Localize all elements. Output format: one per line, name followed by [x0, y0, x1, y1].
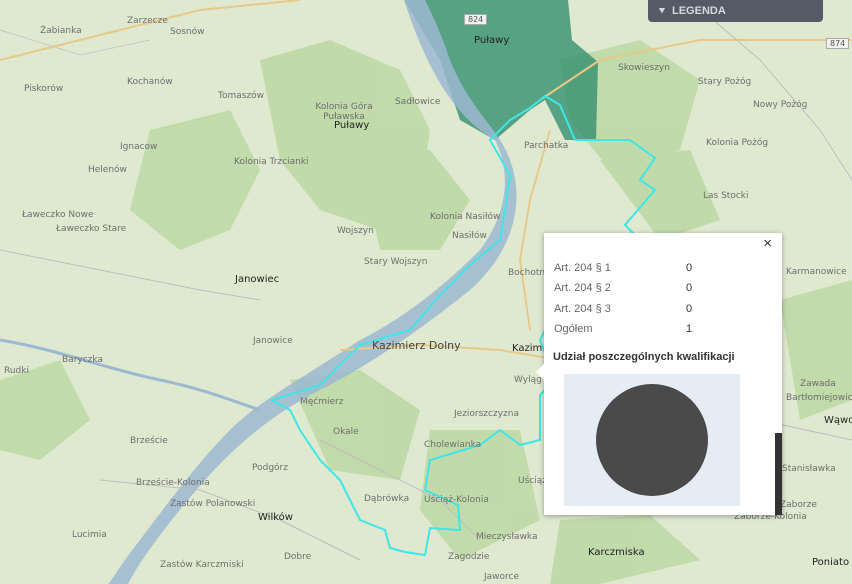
- table-row: Ogółem 1: [554, 319, 692, 339]
- stats-table: Art. 204 § 1 0 Art. 204 § 2 0 Art. 204 §…: [554, 258, 692, 339]
- place-label: Sosnów: [170, 27, 205, 37]
- town-label: Karczmiska: [588, 547, 645, 558]
- row-value: 0: [686, 262, 693, 275]
- legend-toggle[interactable]: ⯆ LEGENDA: [648, 0, 823, 22]
- place-label: Uściąż: [518, 476, 547, 486]
- legend-label: LEGENDA: [672, 5, 726, 17]
- close-icon[interactable]: ×: [763, 235, 772, 252]
- place-label: Baryczka: [62, 355, 103, 365]
- pie-chart: [564, 374, 740, 506]
- place-label: Kolonia Trzcianki: [234, 157, 309, 167]
- chevron-down-icon: ⯆: [658, 5, 666, 17]
- place-label: Kochanów: [127, 77, 173, 87]
- place-label: Zawada: [800, 379, 836, 389]
- place-label: Wojszyn: [337, 226, 374, 236]
- place-label: Jaworce: [484, 572, 520, 582]
- place-label: Nasiłów: [452, 231, 487, 241]
- place-label: Las Stocki: [703, 191, 749, 201]
- place-label: Zaborze: [780, 500, 817, 510]
- row-label: Art. 204 § 2: [554, 282, 611, 295]
- place-label: Lucimia: [72, 530, 107, 540]
- row-label: Art. 204 § 3: [554, 302, 611, 315]
- place-label: Stanisławka: [782, 464, 836, 474]
- town-label: Puławy: [334, 120, 370, 131]
- road-number-824: 824: [464, 14, 488, 25]
- place-label: Ławeczko Nowe: [22, 210, 94, 220]
- place-label: Okale: [333, 427, 359, 437]
- place-label: Zastów Polanowski: [170, 499, 256, 509]
- table-row: Art. 204 § 2 0: [554, 278, 692, 298]
- place-label: Kolonia Pożóg: [706, 138, 769, 148]
- info-popup: × Art. 204 § 1 0 Art. 204 § 2 0 Art. 204…: [536, 233, 782, 515]
- chart-title: Udział poszczególnych kwalifikacji: [553, 351, 735, 363]
- table-row: Art. 204 § 1 0: [554, 258, 692, 278]
- place-label: Stary Wojszyn: [364, 257, 428, 267]
- town-label: Kazimierz Dolny: [372, 339, 461, 352]
- row-label: Art. 204 § 1: [554, 262, 611, 275]
- place-label: Skowieszyn: [618, 63, 670, 73]
- place-label: Ławeczko Stare: [56, 224, 127, 234]
- pie-slice: [596, 384, 708, 496]
- place-label: Helenów: [88, 165, 127, 175]
- place-label: Żabianka: [40, 26, 82, 36]
- place-label: Stary Pożóg: [698, 77, 752, 87]
- town-label: Wąwol: [824, 415, 852, 426]
- table-row: Art. 204 § 3 0: [554, 299, 692, 319]
- place-label: Janowice: [253, 336, 293, 346]
- place-label: Zagodzie: [448, 552, 490, 562]
- row-label: Ogółem: [554, 323, 593, 336]
- place-label: Dąbrówka: [364, 494, 410, 504]
- place-label: Piskorów: [24, 84, 64, 94]
- town-label: Poniato: [812, 557, 850, 568]
- place-label: Kolonia Nasiłów: [430, 212, 501, 222]
- place-label: Ignacow: [120, 142, 158, 152]
- place-label: Sadłowice: [395, 97, 441, 107]
- place-label: Karmanowice: [786, 267, 847, 277]
- town-label: Wilków: [258, 512, 293, 523]
- town-label: Janowiec: [235, 274, 280, 285]
- town-label: Puławy: [474, 35, 510, 46]
- place-label: Brzeście-Kolonia: [136, 478, 210, 488]
- popup-scrollbar[interactable]: [775, 433, 782, 515]
- row-value: 1: [686, 323, 693, 336]
- place-label: Męćmierz: [300, 397, 344, 407]
- place-label: Cholewianka: [424, 440, 482, 450]
- place-label: Uściąż-Kolonia: [424, 495, 489, 505]
- place-label: Mieczysławka: [476, 532, 538, 542]
- place-label: Zarzecze: [127, 16, 168, 26]
- place-label: Jeziorszczyzna: [454, 409, 519, 419]
- place-label: Kolonia Góra Puławska: [315, 102, 373, 122]
- popup-tail: [536, 364, 544, 380]
- place-label: Brzeście: [130, 436, 168, 446]
- row-value: 0: [686, 282, 693, 295]
- place-label: Parchatka: [524, 141, 569, 151]
- place-label: Tomaszów: [218, 91, 265, 101]
- place-label: Bartłomiejowice: [786, 393, 852, 403]
- place-label: Dobre: [284, 552, 312, 562]
- place-label: Rudki: [4, 366, 29, 376]
- place-label: Nowy Pożóg: [753, 100, 808, 110]
- place-label: Podgórz: [252, 463, 288, 473]
- row-value: 0: [686, 302, 693, 315]
- town-label: Kazim: [512, 343, 543, 354]
- place-label: Zastów Karczmiski: [160, 560, 244, 570]
- road-number-874: 874: [826, 38, 850, 49]
